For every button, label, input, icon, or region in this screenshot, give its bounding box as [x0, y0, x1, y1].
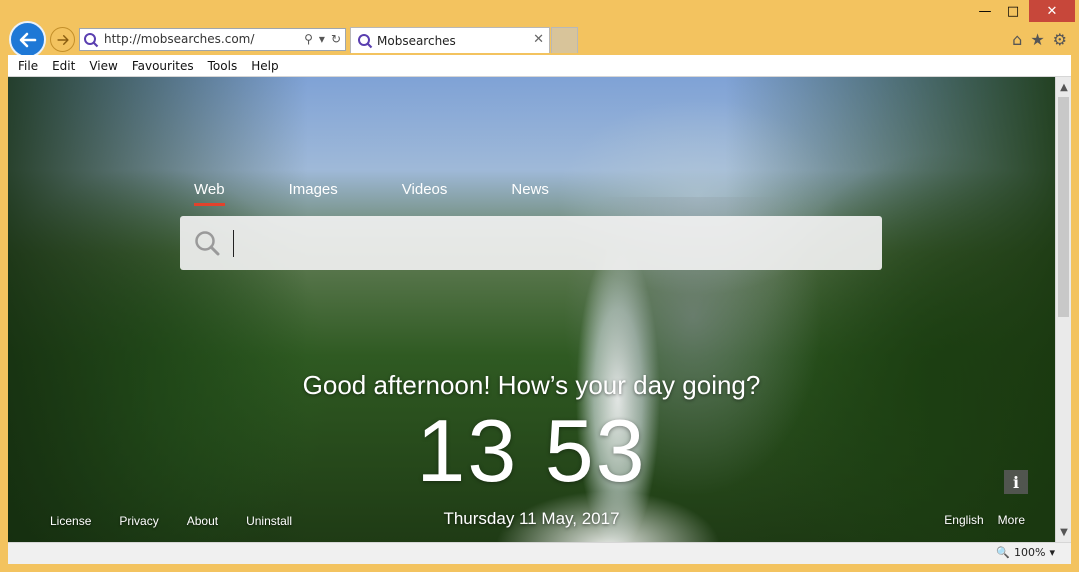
scroll-up-icon[interactable]: ▲ — [1056, 79, 1072, 95]
site-favicon-icon — [84, 33, 99, 48]
scrollbar-thumb[interactable] — [1058, 97, 1069, 317]
footer-links: License Privacy About Uninstall — [50, 514, 292, 528]
menu-favourites[interactable]: Favourites — [132, 59, 194, 73]
clock-display: 13 53 — [416, 401, 647, 500]
close-window-button[interactable]: ✕ — [1029, 0, 1075, 22]
tab-news[interactable]: News — [511, 181, 549, 206]
more-link[interactable]: More — [998, 513, 1025, 527]
arrow-left-icon — [19, 32, 36, 47]
license-link[interactable]: License — [50, 514, 91, 528]
zoom-level: 100% — [1014, 546, 1046, 559]
browser-window: — □ ✕ http://mobsearches.com/ ⚲ ▾ ↻ Mobs… — [0, 0, 1079, 572]
greeting-text: Good afternoon! How’s your day going? — [302, 370, 761, 400]
menu-file[interactable]: File — [18, 59, 38, 73]
about-link[interactable]: About — [187, 514, 218, 528]
language-link[interactable]: English — [944, 513, 983, 527]
search-icon — [195, 231, 220, 256]
arrow-right-icon — [56, 34, 69, 45]
scroll-down-icon[interactable]: ▼ — [1056, 524, 1072, 540]
star-icon[interactable]: ★ — [1030, 30, 1044, 49]
minimize-button[interactable]: — — [972, 0, 998, 22]
menu-edit[interactable]: Edit — [52, 59, 75, 73]
back-button[interactable] — [9, 21, 46, 58]
uninstall-link[interactable]: Uninstall — [246, 514, 292, 528]
address-url[interactable]: http://mobsearches.com/ — [104, 32, 254, 46]
dropdown-icon[interactable]: ▾ — [319, 32, 325, 46]
chevron-down-icon[interactable]: ▾ — [1049, 546, 1055, 559]
footer-right: English More — [944, 513, 1025, 527]
status-bar: 🔍 100% ▾ — [8, 542, 1071, 564]
menu-tools[interactable]: Tools — [208, 59, 238, 73]
menu-bar: File Edit View Favourites Tools Help — [8, 55, 1071, 77]
tab-title: Mobsearches — [377, 34, 456, 48]
text-cursor — [233, 230, 234, 257]
forward-button[interactable] — [50, 27, 75, 52]
privacy-link[interactable]: Privacy — [119, 514, 158, 528]
vertical-scrollbar[interactable]: ▲ ▼ — [1055, 77, 1071, 542]
new-tab-button[interactable] — [551, 27, 578, 53]
zoom-control[interactable]: 🔍 100% ▾ — [996, 546, 1055, 559]
tab-mobsearches[interactable]: Mobsearches ✕ — [350, 27, 550, 53]
close-tab-icon[interactable]: ✕ — [533, 32, 544, 47]
maximize-button[interactable]: □ — [1000, 0, 1026, 22]
search-input[interactable] — [180, 216, 882, 270]
home-icon[interactable]: ⌂ — [1012, 30, 1022, 49]
search-icon[interactable]: ⚲ — [304, 32, 313, 46]
tab-favicon-icon — [358, 34, 373, 49]
search-type-tabs: Web Images Videos News — [194, 181, 613, 206]
menu-view[interactable]: View — [89, 59, 117, 73]
gear-icon[interactable]: ⚙ — [1053, 30, 1067, 49]
tab-web[interactable]: Web — [194, 181, 225, 206]
refresh-icon[interactable]: ↻ — [331, 32, 341, 46]
address-bar[interactable]: http://mobsearches.com/ ⚲ ▾ ↻ — [79, 28, 346, 51]
page-content: Web Images Videos News Good afternoon! H… — [8, 77, 1055, 542]
tab-images[interactable]: Images — [289, 181, 338, 206]
info-button[interactable]: i — [1004, 470, 1028, 494]
tab-videos[interactable]: Videos — [402, 181, 448, 206]
zoom-icon: 🔍 — [996, 546, 1011, 559]
menu-help[interactable]: Help — [251, 59, 278, 73]
